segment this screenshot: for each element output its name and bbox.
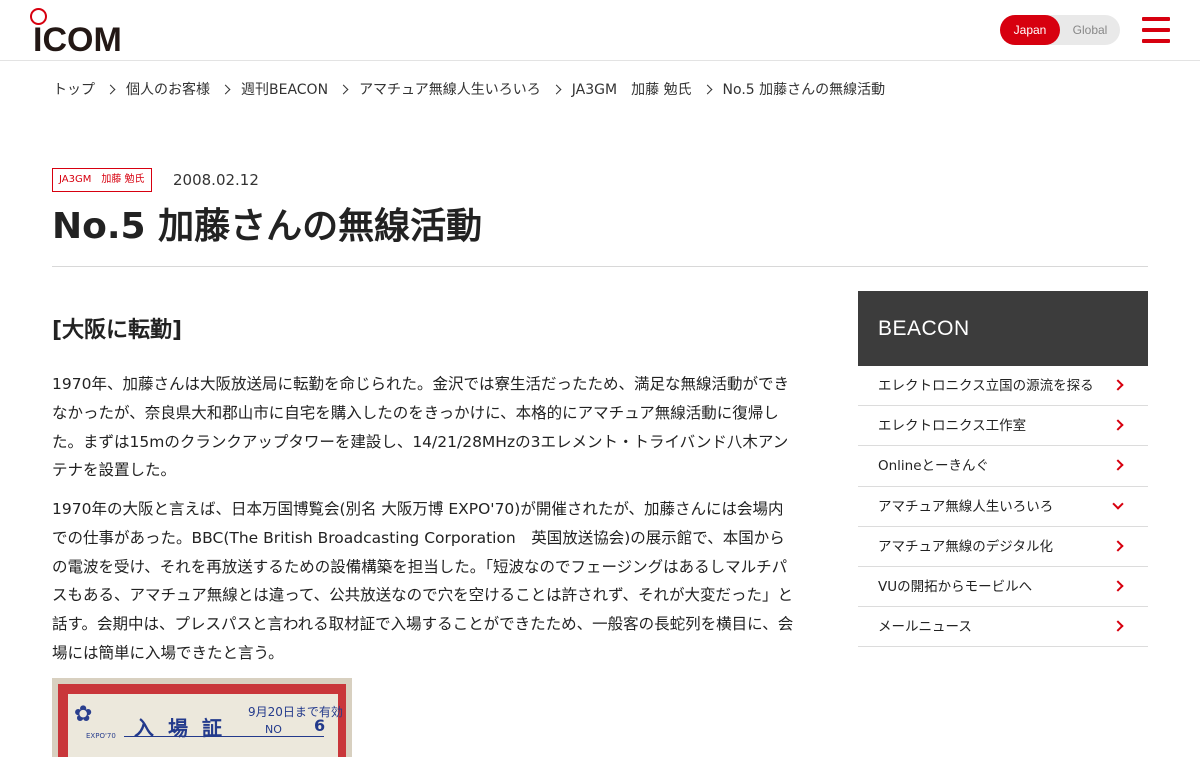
sidebar-item-electronics-origin[interactable]: エレクトロニクス立国の源流を探る	[858, 366, 1148, 407]
expo-pass-image: ✿ EXPO'70 入場証 9月20日まで有効 NO 6	[52, 678, 352, 757]
sidebar-item-label: エレクトロニクス工作室	[878, 418, 1027, 435]
region-toggle: Japan Global	[1000, 15, 1120, 45]
section-heading: [大阪に転勤]	[52, 318, 183, 343]
chevron-right-icon	[1112, 459, 1124, 472]
chevron-down-icon	[1112, 497, 1124, 510]
hamburger-icon[interactable]	[1142, 17, 1170, 43]
page-title: No.5 加藤さんの無線活動	[52, 206, 483, 247]
sidebar-item-label: Onlineとーきんぐ	[878, 458, 990, 475]
sidebar-item-label: アマチュア無線人生いろいろ	[878, 498, 1054, 515]
article-date: 2008.02.12	[173, 171, 259, 189]
chevron-right-icon	[1112, 580, 1124, 592]
expo-emblem-icon: ✿	[74, 702, 93, 727]
sidebar-item-online-talking[interactable]: Onlineとーきんぐ	[858, 446, 1148, 487]
breadcrumb-beacon[interactable]: 週刊BEACON	[241, 79, 328, 99]
sidebar-item-label: エレクトロニクス立国の源流を探る	[878, 378, 1094, 394]
ticket-no-label: NO	[265, 723, 282, 736]
chevron-right-icon	[551, 84, 562, 94]
breadcrumb-ja3gm[interactable]: JA3GM 加藤 勉氏	[572, 79, 692, 99]
article-paragraph: 1970年の大阪と言えば、日本万国博覧会(別名 大阪万博 EXPO'70)が開催…	[52, 500, 794, 662]
chevron-right-icon	[1112, 419, 1124, 431]
chevron-right-icon	[1112, 540, 1124, 552]
breadcrumb: トップ 個人のお客様 週刊BEACON アマチュア無線人生いろいろ JA3GM …	[53, 78, 885, 100]
title-divider	[52, 266, 1148, 267]
sidebar-item-ham-digital[interactable]: アマチュア無線のデジタル化	[858, 527, 1148, 567]
logo-text: ICOM	[33, 21, 122, 59]
region-global-button[interactable]: Global	[1060, 15, 1120, 45]
breadcrumb-ham-life[interactable]: アマチュア無線人生いろいろ	[359, 79, 541, 99]
breadcrumb-personal[interactable]: 個人のお客様	[126, 79, 210, 99]
region-japan-button[interactable]: Japan	[1000, 15, 1060, 45]
author-tag[interactable]: JA3GM 加藤 勉氏	[52, 168, 152, 192]
site-header: ICOM Japan Global	[0, 0, 1200, 61]
beacon-sidebar: BEACON エレクトロニクス立国の源流を探る エレクトロニクス工作室 Onli…	[858, 291, 1148, 648]
sidebar-item-label: メールニュース	[878, 619, 972, 636]
sidebar-title: BEACON	[858, 291, 1148, 366]
breadcrumb-top[interactable]: トップ	[53, 79, 95, 99]
chevron-right-icon	[1112, 620, 1124, 632]
icom-logo[interactable]: ICOM	[30, 8, 122, 58]
chevron-right-icon	[338, 84, 349, 94]
sidebar-item-mail-news[interactable]: メールニュース	[858, 607, 1148, 648]
article-paragraph: 1970年、加藤さんは大阪放送局に転勤を命じられた。金沢では寮生活だったため、満…	[52, 375, 789, 480]
chevron-right-icon	[220, 84, 231, 94]
sidebar-item-electronics-workshop[interactable]: エレクトロニクス工作室	[858, 406, 1148, 447]
ticket-valid: 9月20日まで有効	[248, 705, 343, 719]
ticket-expo-label: EXPO'70	[86, 732, 116, 740]
sidebar-item-label: アマチュア無線のデジタル化	[878, 538, 1053, 555]
sidebar-item-vu-mobile[interactable]: VUの開拓からモービルへ	[858, 567, 1148, 608]
ticket-number: 6	[314, 716, 326, 735]
sidebar-item-ham-life[interactable]: アマチュア無線人生いろいろ	[858, 487, 1148, 527]
breadcrumb-current: No.5 加藤さんの無線活動	[722, 82, 886, 98]
chevron-right-icon	[1112, 379, 1124, 391]
sidebar-item-label: VUの開拓からモービルへ	[878, 578, 1033, 595]
chevron-right-icon	[702, 84, 712, 94]
chevron-right-icon	[105, 84, 116, 94]
